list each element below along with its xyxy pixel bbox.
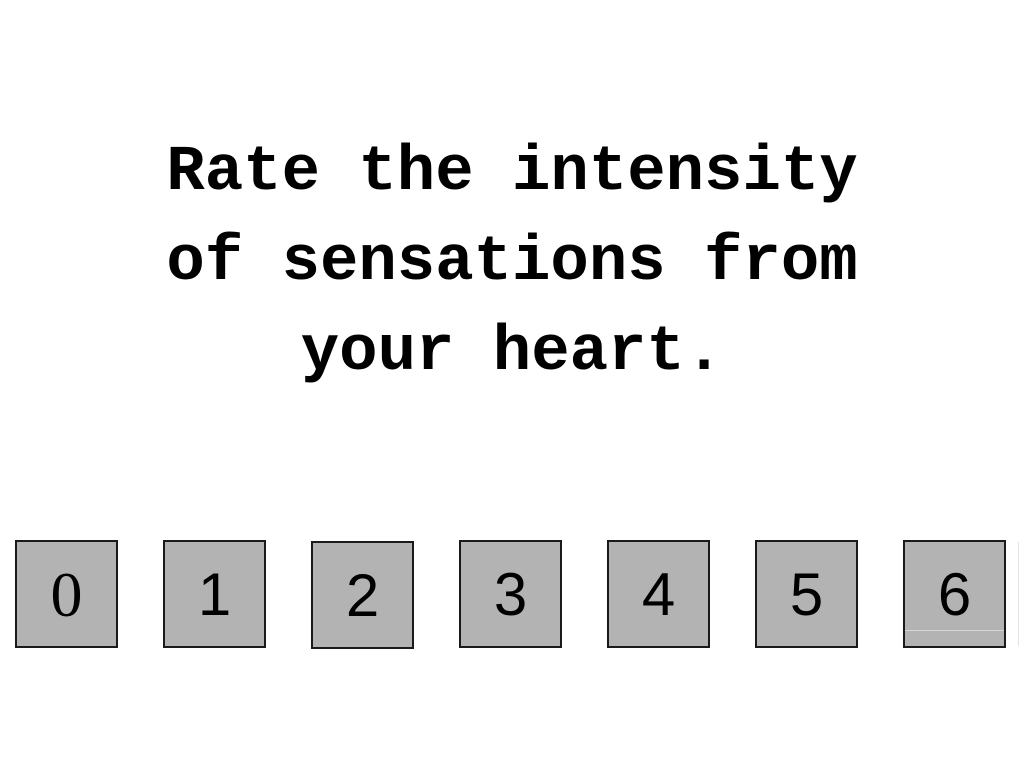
rating-label-3: 3 <box>493 561 528 628</box>
rating-button-0[interactable]: 0 <box>15 540 118 648</box>
question-prompt: Rate the intensity of sensations from yo… <box>166 137 858 389</box>
rating-label-1: 1 <box>197 561 232 628</box>
rating-button-1[interactable]: 1 <box>163 540 266 648</box>
rating-screen: Rate the intensity of sensations from yo… <box>0 0 1024 768</box>
rating-label-4: 4 <box>641 561 676 628</box>
rating-button-4[interactable]: 4 <box>607 540 710 648</box>
rating-label-5: 5 <box>789 561 824 628</box>
rating-button-2[interactable]: 2 <box>311 541 414 649</box>
rating-label-6: 6 <box>937 561 972 628</box>
rating-button-3[interactable]: 3 <box>459 540 562 648</box>
rating-button-6[interactable]: 6 <box>903 540 1006 648</box>
rating-label-2: 2 <box>345 562 380 629</box>
rating-scale: 0 1 2 3 4 5 6 <box>0 538 1024 654</box>
rating-label-0: 0 <box>50 559 83 630</box>
edge-divider <box>1018 542 1019 646</box>
rating-button-5[interactable]: 5 <box>755 540 858 648</box>
